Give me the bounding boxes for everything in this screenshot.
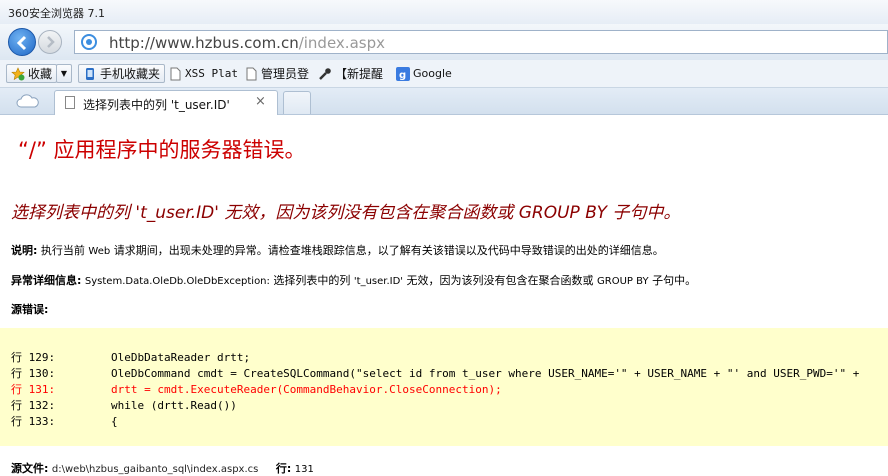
page-title: “/” 应用程序中的服务器错误。 (18, 138, 306, 162)
phone-icon (86, 67, 94, 80)
code-line: 行 130: OleDbCommand cmdt = CreateSQLComma… (11, 365, 859, 381)
address-url[interactable]: http://www.hzbus.com.cn/index.aspx (109, 34, 385, 52)
page-icon (65, 96, 75, 109)
new-tab-button[interactable] (283, 91, 311, 114)
description-text-web: Web (88, 246, 111, 257)
code-line-text: drtt = cmdt.ExecuteReader(CommandBehavio… (111, 383, 502, 396)
code-line-number: 行 131: (11, 383, 56, 396)
window-titlebar: 360安全浏览器 7.1 (0, 0, 888, 24)
favorite-link-google[interactable]: g Google (396, 64, 452, 83)
back-button[interactable] (8, 28, 36, 56)
star-add-icon (11, 66, 25, 80)
code-line-number: 行 132: (11, 399, 56, 412)
page-icon (170, 67, 181, 80)
source-file-label: 源文件: (11, 462, 49, 475)
code-line-number: 行 130: (11, 367, 56, 380)
source-code-block: 行 129: OleDbDataReader drtt; 行 130: OleDbC… (0, 328, 888, 446)
url-path: /index.aspx (298, 34, 385, 52)
code-line-error: 行 131: drtt = cmdt.ExecuteReader(CommandB… (11, 381, 502, 397)
chevron-down-icon: ▼ (60, 69, 68, 78)
exception-msg-3: 子句中。 (652, 274, 697, 287)
exception-group-by: GROUP BY (597, 276, 649, 287)
source-file-path: d:\web\hzbus_gaibanto_sql\index.aspx.cs (51, 464, 259, 475)
exception-msg-2: 无效，因为该列没有包含在聚合函数或 (406, 274, 594, 287)
code-line-text: while (drtt.Read()) (111, 399, 237, 412)
exception-details: 异常详细信息: System.Data.OleDb.OleDbException… (11, 272, 696, 288)
forward-arrow-icon (47, 36, 55, 48)
favorite-link-xss[interactable]: XSS Plat (168, 64, 238, 83)
exception-type: System.Data.OleDb.OleDbException: (84, 276, 270, 287)
back-arrow-icon (16, 35, 27, 51)
line-label: 行: (275, 462, 292, 475)
favorites-menu-button[interactable]: 收藏 (6, 64, 58, 83)
google-icon: g (396, 66, 410, 81)
source-error-label: 源错误: (11, 301, 48, 317)
code-line-number: 行 133: (11, 415, 56, 428)
svg-text:g: g (399, 70, 406, 81)
tab-bar: 选择列表中的列 't_user.ID' × (0, 88, 888, 115)
source-error-label-text: 源错误: (11, 303, 49, 316)
favorite-label-google: Google (413, 67, 452, 80)
url-domain: http://www.hzbus.com.cn (109, 34, 299, 52)
site-icon (81, 34, 97, 50)
page-content: “/” 应用程序中的服务器错误。 选择列表中的列 't_user.ID' 无效，… (0, 115, 888, 475)
exception-column: 't_user.ID' (353, 276, 404, 287)
line-value: 131 (294, 464, 314, 475)
code-line: 行 129: OleDbDataReader drtt; (11, 349, 250, 365)
favorite-link-reminder[interactable]: 【新提醒 (318, 64, 383, 83)
source-file-info: 源文件: d:\web\hzbus_gaibanto_sql\index.asp… (11, 460, 314, 476)
description-text-post: 请求期间，出现未处理的异常。请检查堆栈跟踪信息，以了解有关该错误以及代码中导致错… (113, 244, 664, 257)
favorites-bar: 收藏 ▼ 手机收藏夹 XSS Plat 管理员登 【新提醒 g Google (0, 60, 888, 88)
code-line-text: OleDbDataReader drtt; (111, 351, 251, 364)
exception-msg-1: 选择列表中的列 (273, 274, 351, 287)
favorite-label-xss: XSS Plat (185, 67, 238, 80)
window-title: 360安全浏览器 7.1 (8, 7, 105, 20)
wrench-icon (319, 67, 331, 80)
favorite-link-admin[interactable]: 管理员登 (244, 64, 309, 83)
page-icon (246, 67, 257, 80)
close-icon[interactable]: × (255, 94, 266, 109)
code-line-text: { (111, 415, 118, 428)
code-line-text: OleDbCommand cmdt = CreateSQLCommand("se… (111, 367, 860, 380)
tab-label: 选择列表中的列 't_user.ID' (83, 98, 230, 112)
description-label: 说明: (11, 244, 38, 257)
code-line: 行 132: while (drtt.Read()) (11, 397, 237, 413)
address-bar[interactable]: http://www.hzbus.com.cn/index.aspx (74, 30, 888, 54)
error-heading: 选择列表中的列 't_user.ID' 无效，因为该列没有包含在聚合函数或 GR… (11, 203, 681, 223)
cloud-icon[interactable] (16, 94, 40, 108)
description: 说明: 执行当前 Web 请求期间，出现未处理的异常。请检查堆栈跟踪信息，以了解… (11, 242, 664, 258)
mobile-favorites-button[interactable]: 手机收藏夹 (78, 64, 166, 83)
favorites-dropdown[interactable]: ▼ (56, 64, 72, 83)
tab-active[interactable]: 选择列表中的列 't_user.ID' × (54, 90, 278, 115)
forward-button[interactable] (38, 30, 62, 54)
favorite-label-admin: 管理员登 (261, 67, 310, 81)
description-text-pre: 执行当前 (40, 244, 85, 257)
navigation-bar: http://www.hzbus.com.cn/index.aspx (0, 24, 888, 60)
code-line-number: 行 129: (11, 351, 56, 364)
favorite-label-reminder: 【新提醒 (335, 67, 384, 81)
exception-label: 异常详细信息: (11, 274, 82, 287)
favorites-label: 收藏 (28, 67, 53, 81)
code-line: 行 133: { (11, 413, 118, 429)
mobile-favorites-label: 手机收藏夹 (100, 67, 161, 81)
